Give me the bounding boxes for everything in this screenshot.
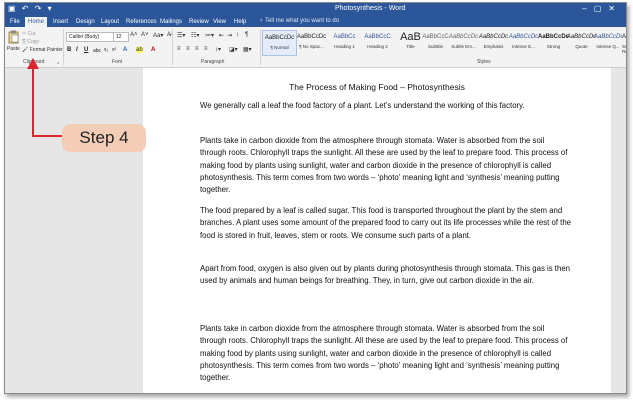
style-name: Subtle Em... bbox=[451, 44, 476, 49]
style-no-spacing[interactable]: AaBbCcDc ¶ No Spac... bbox=[295, 30, 328, 54]
strikethrough-icon[interactable]: abc bbox=[93, 48, 101, 54]
ribbon-tabs: File Home Insert Design Layout Reference… bbox=[5, 16, 626, 27]
paragraph-3: The food prepared by a leaf is called su… bbox=[200, 206, 571, 240]
style-preview: AaBbCcC bbox=[364, 34, 391, 40]
group-divider bbox=[260, 29, 261, 65]
decrease-indent-icon[interactable]: ⇤ bbox=[219, 32, 224, 39]
style-emphasis[interactable]: AaBbCcDc Emphasis bbox=[477, 30, 510, 54]
style-preview: AaBbCcDc bbox=[448, 34, 479, 40]
style-intense-quote[interactable]: AaBbCcDc Intense Q... bbox=[594, 30, 622, 54]
window-controls[interactable]: –▢✕ bbox=[582, 4, 622, 13]
style-heading-2[interactable]: AaBbCcC Heading 2 bbox=[361, 30, 394, 54]
tab-mailings[interactable]: Mailings bbox=[157, 17, 185, 27]
align-center-icon[interactable]: ≡ bbox=[186, 46, 190, 52]
window-title: Photosynthesis - Word bbox=[335, 5, 406, 12]
quick-access-toolbar[interactable]: ▣ ↶ ↷ ▾ bbox=[8, 4, 54, 13]
multilevel-list-icon[interactable]: ≔▾ bbox=[205, 32, 214, 39]
step-callout: Step 4 bbox=[62, 124, 146, 152]
font-color-icon[interactable]: A bbox=[151, 47, 155, 53]
group-divider bbox=[172, 29, 173, 65]
numbering-icon[interactable]: ☷▾ bbox=[191, 32, 199, 39]
group-divider bbox=[63, 29, 64, 65]
clear-formatting-icon[interactable]: A̷ bbox=[167, 32, 171, 38]
style-heading-1[interactable]: AaBbCc Heading 1 bbox=[328, 30, 361, 54]
tab-layout[interactable]: Layout bbox=[98, 17, 122, 27]
subscript-icon[interactable]: x₂ bbox=[104, 47, 108, 53]
callout-arrow-head bbox=[27, 58, 39, 69]
document-title: The Process of Making Food – Photosynthe… bbox=[289, 82, 465, 92]
text-effects-icon[interactable]: A bbox=[123, 47, 127, 53]
tab-file[interactable]: File bbox=[7, 17, 23, 27]
style-name: ¶ Normal bbox=[270, 45, 289, 50]
style-preview: AaBbCcDc bbox=[264, 35, 295, 41]
style-preview: AaBbCc bbox=[333, 34, 356, 40]
style-name: Intense Q... bbox=[596, 44, 620, 49]
bullets-icon[interactable]: ☰▾ bbox=[177, 32, 185, 39]
bold-icon[interactable]: B bbox=[67, 47, 71, 53]
show-marks-icon[interactable]: ¶ bbox=[245, 32, 248, 38]
align-right-icon[interactable]: ≡ bbox=[195, 46, 199, 52]
style-name: ¶ No Spac... bbox=[299, 44, 324, 49]
superscript-icon[interactable]: x² bbox=[112, 47, 116, 53]
title-bar: ▣ ↶ ↷ ▾ Photosynthesis - Word –▢✕ bbox=[5, 3, 626, 16]
tab-references[interactable]: References bbox=[123, 17, 160, 27]
font-size-dropdown[interactable]: 12 bbox=[113, 32, 129, 42]
tell-me-search[interactable]: ♀ Tell me what you want to do bbox=[259, 16, 339, 27]
paste-button[interactable]: Paste bbox=[7, 46, 20, 52]
paragraph-group-label: Paragraph bbox=[201, 59, 225, 65]
format-painter-button[interactable]: 🖌 Format Painter bbox=[22, 47, 63, 53]
underline-icon[interactable]: U bbox=[84, 47, 88, 53]
font-group-label: Font bbox=[112, 59, 123, 65]
highlight-icon[interactable]: ab bbox=[136, 47, 143, 53]
style-preview: AaBbCcDc bbox=[508, 34, 539, 40]
cut-button[interactable]: ✂ Cut bbox=[22, 31, 35, 37]
shading-icon[interactable]: ◪▾ bbox=[229, 46, 238, 53]
paragraph-5: Plants take in carbon dioxide from the a… bbox=[200, 324, 568, 383]
italic-icon[interactable]: I bbox=[76, 47, 78, 53]
style-name: Heading 2 bbox=[367, 44, 388, 49]
left-margin-area bbox=[5, 68, 143, 393]
line-spacing-icon[interactable]: ↕▾ bbox=[215, 46, 221, 53]
tab-insert[interactable]: Insert bbox=[50, 17, 71, 27]
shrink-font-icon[interactable]: A˅ bbox=[141, 32, 149, 38]
style-normal[interactable]: AaBbCcDc ¶ Normal bbox=[262, 30, 297, 56]
style-preview: AaBbCcDc bbox=[594, 34, 622, 40]
increase-indent-icon[interactable]: ⇥ bbox=[227, 32, 232, 39]
clipboard-launcher-icon[interactable]: ⌟ bbox=[57, 59, 59, 65]
tab-review[interactable]: Review bbox=[186, 17, 212, 27]
paragraph-1: We generally call a leaf the food factor… bbox=[200, 101, 525, 110]
change-case-icon[interactable]: Aa▾ bbox=[153, 32, 163, 39]
styles-group-label: Styles bbox=[477, 59, 491, 65]
style-name: Emphasis bbox=[483, 44, 504, 49]
right-margin-area bbox=[611, 68, 626, 393]
tab-view[interactable]: View bbox=[210, 17, 229, 27]
style-name: Subtle Ref... bbox=[622, 44, 626, 54]
paste-icon[interactable] bbox=[8, 30, 20, 44]
grow-font-icon[interactable]: A˄ bbox=[130, 32, 138, 38]
tab-home[interactable]: Home bbox=[25, 17, 48, 27]
font-name-dropdown[interactable]: Calibri (Body) bbox=[66, 32, 114, 42]
document-page[interactable]: The Process of Making Food – Photosynthe… bbox=[143, 68, 611, 393]
align-left-icon[interactable]: ≡ bbox=[177, 46, 181, 52]
justify-icon[interactable]: ≡ bbox=[204, 46, 208, 52]
sort-icon[interactable]: ↕ bbox=[236, 32, 239, 38]
copy-button[interactable]: ⎘ Copy bbox=[22, 39, 39, 45]
callout-arrow-line bbox=[32, 135, 62, 137]
style-intense-emphasis[interactable]: AaBbCcDc Intense E... bbox=[507, 30, 540, 54]
callout-arrow-line bbox=[32, 69, 34, 135]
borders-icon[interactable]: ▦▾ bbox=[243, 46, 252, 53]
tab-design[interactable]: Design bbox=[73, 17, 98, 27]
paragraph-4: Apart from food, oxygen is also given ou… bbox=[200, 264, 570, 286]
style-name: Heading 1 bbox=[334, 44, 355, 49]
home-ribbon: Paste ✂ Cut ⎘ Copy 🖌 Format Painter Clip… bbox=[5, 27, 626, 68]
style-preview: AaBbCcDc bbox=[478, 34, 509, 40]
tab-help[interactable]: Help bbox=[231, 17, 249, 27]
style-subtle-emphasis[interactable]: AaBbCcDc Subtle Em... bbox=[447, 30, 480, 54]
paragraph-2: Plants take in carbon dioxide from the a… bbox=[200, 136, 568, 195]
word-window: ▣ ↶ ↷ ▾ Photosynthesis - Word –▢✕ File H… bbox=[4, 2, 627, 394]
style-name: Intense E... bbox=[512, 44, 535, 49]
style-subtle-reference[interactable]: AaBbCcDc Subtle Ref... bbox=[622, 30, 626, 54]
style-preview: AaBbCcDc bbox=[296, 34, 327, 40]
style-preview: AaBbCcDc bbox=[622, 34, 626, 40]
